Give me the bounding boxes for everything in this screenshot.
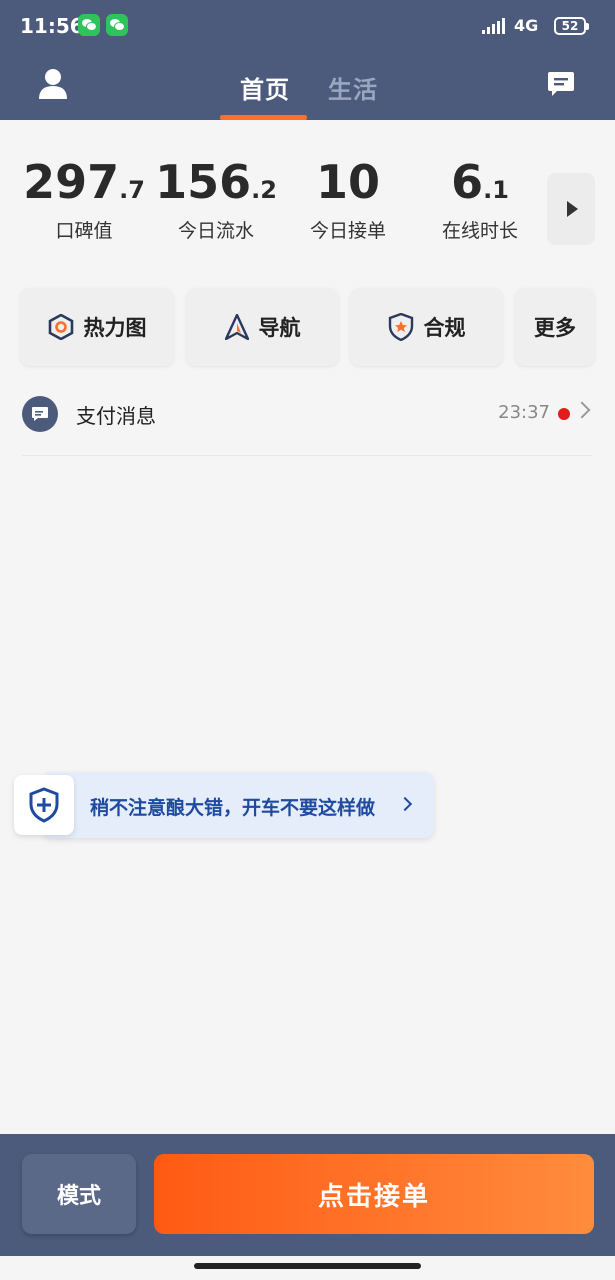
- message-icon[interactable]: [547, 70, 575, 98]
- battery-icon: 52: [554, 17, 589, 35]
- heatmap-icon: [48, 314, 73, 340]
- payment-message-row[interactable]: 支付消息 23:37: [22, 390, 592, 440]
- wechat-icon: [78, 14, 100, 36]
- chat-bubble-icon: [32, 407, 48, 421]
- wechat-icon: [106, 14, 128, 36]
- stat-label: 今日流水: [177, 220, 254, 242]
- heatmap-button[interactable]: 热力图: [20, 288, 174, 366]
- more-button[interactable]: 更多: [515, 288, 595, 366]
- stat-label: 在线时长: [441, 220, 518, 242]
- navigation-button[interactable]: 导航: [186, 288, 339, 366]
- stat-label: 今日接单: [309, 220, 386, 242]
- signal-icon: [482, 18, 508, 34]
- home-indicator[interactable]: [194, 1263, 421, 1269]
- tab-home[interactable]: 首页: [240, 70, 290, 105]
- top-bar: 11:56 4G 52 首页 生活: [0, 0, 615, 120]
- safety-tip-text: 稍不注意酿大错，开车不要这样做: [90, 797, 376, 819]
- divider: [22, 455, 592, 456]
- mode-button[interactable]: 模式: [22, 1154, 136, 1234]
- status-bar: 11:56 4G 52: [0, 0, 615, 54]
- message-time: 23:37: [498, 402, 550, 423]
- chevron-right-icon: [397, 796, 413, 812]
- navigation-icon: [224, 314, 249, 340]
- header-nav: 首页 生活: [0, 54, 615, 120]
- stats-more-arrow[interactable]: [547, 173, 595, 245]
- message-title: 支付消息: [76, 404, 156, 428]
- profile-icon[interactable]: [38, 68, 68, 100]
- stat-today-orders[interactable]: 10 今日接单: [278, 150, 418, 243]
- unread-dot: [558, 408, 570, 420]
- safety-tip-banner[interactable]: 稍不注意酿大错，开车不要这样做: [46, 772, 434, 838]
- stat-online-hours[interactable]: 6.1 在线时长: [410, 150, 550, 243]
- shield-plus-icon: [29, 787, 59, 823]
- safety-tip-icon-box[interactable]: [14, 775, 74, 835]
- stat-today-income[interactable]: 156.2 今日流水: [146, 150, 286, 243]
- stats-row: 297.7 口碑值 156.2 今日流水 10 今日接单 6.1 在线时长: [0, 150, 615, 250]
- compliance-button[interactable]: 合规: [350, 288, 503, 366]
- stat-label: 口碑值: [55, 220, 113, 242]
- chevron-right-icon: [573, 401, 591, 419]
- active-tab-indicator: [220, 115, 307, 120]
- stat-reputation[interactable]: 297.7 口碑值: [14, 150, 154, 243]
- accept-order-button[interactable]: 点击接单: [154, 1154, 594, 1234]
- compliance-shield-icon: [388, 313, 413, 341]
- message-avatar: [22, 396, 58, 432]
- network-type: 4G: [514, 16, 539, 35]
- status-time: 11:56: [20, 14, 84, 38]
- tab-life[interactable]: 生活: [328, 70, 378, 105]
